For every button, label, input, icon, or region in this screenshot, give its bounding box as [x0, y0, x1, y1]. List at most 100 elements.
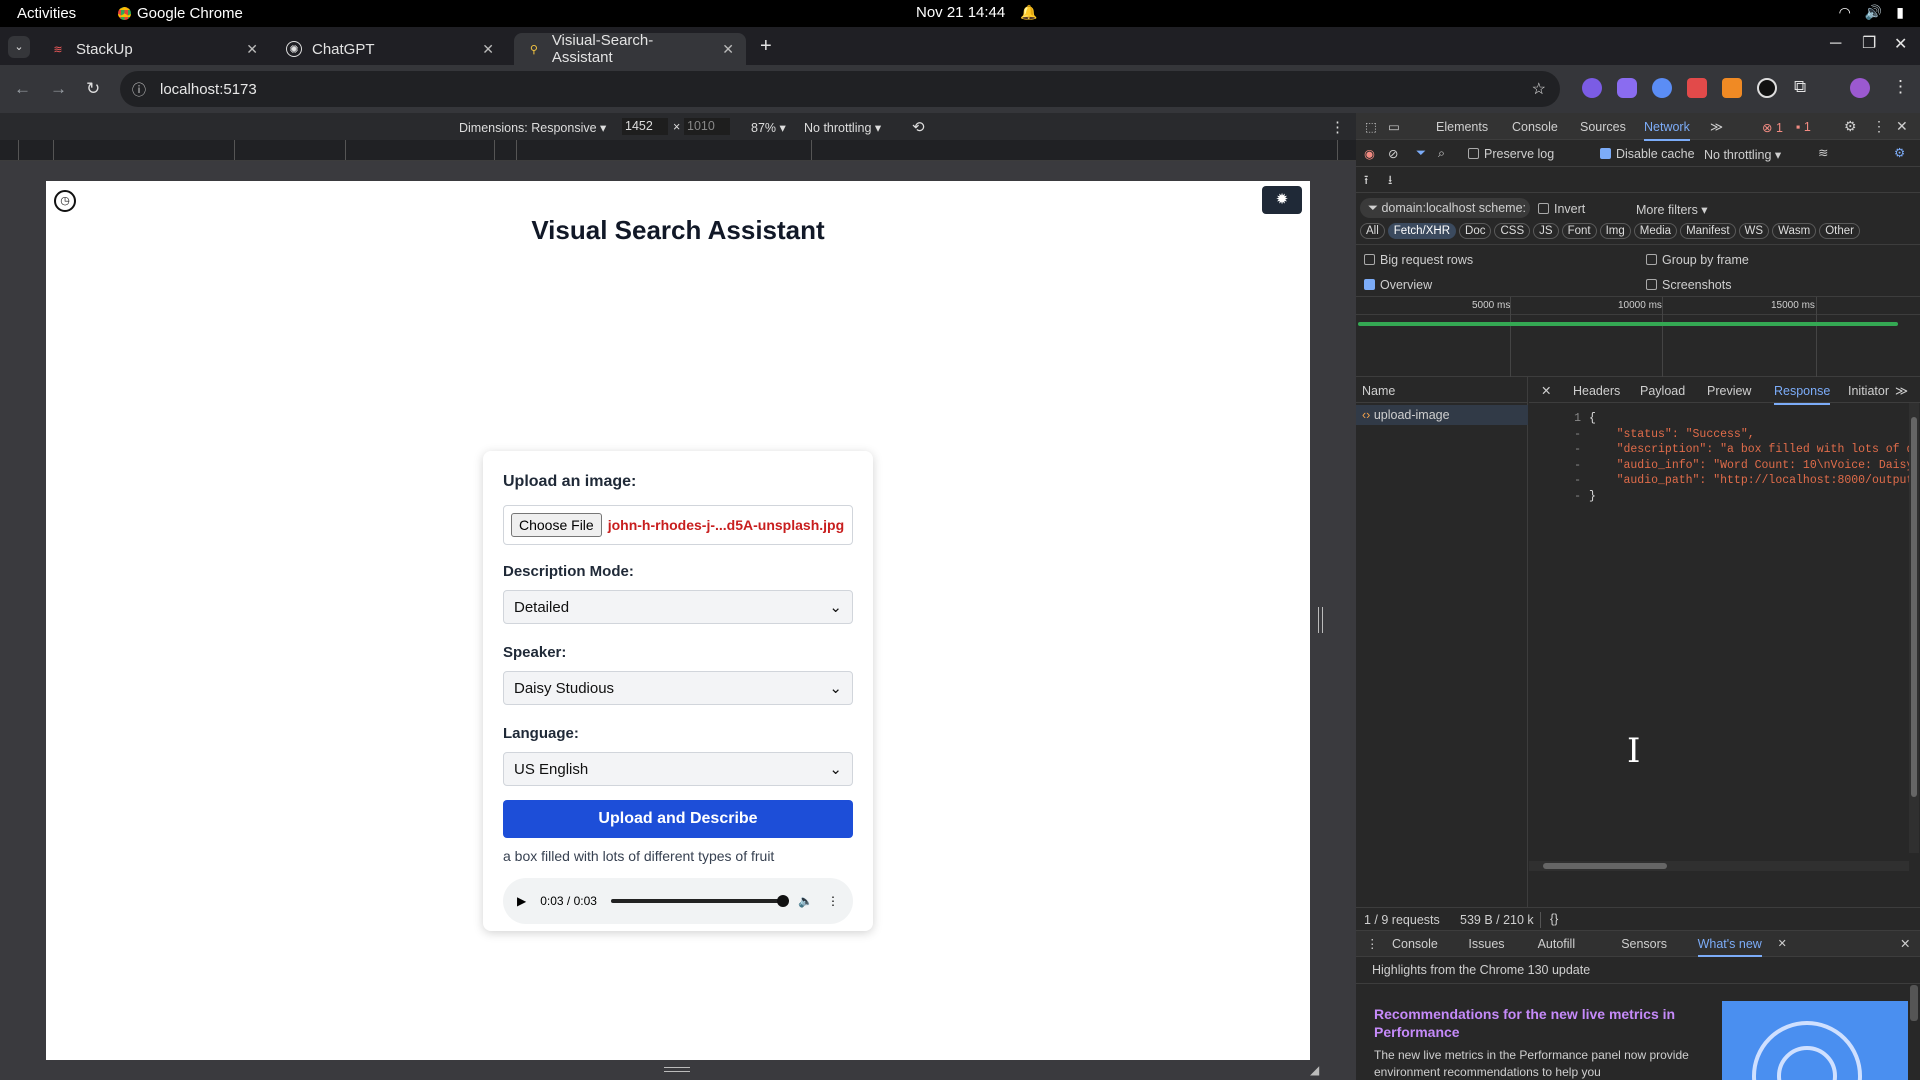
type-filter-doc[interactable]: Doc [1459, 223, 1492, 239]
minimize-icon[interactable]: ─ [1830, 35, 1841, 53]
screenshots-checkbox[interactable]: Screenshots [1646, 278, 1731, 292]
more-tabs-icon[interactable]: ≫ [1710, 119, 1723, 134]
extension-4-icon[interactable] [1687, 78, 1707, 98]
drawer-tab-whatsnew[interactable]: What's new [1697, 937, 1762, 957]
extensions-puzzle-icon[interactable]: ⧉ [1794, 77, 1806, 97]
width-input[interactable]: 1452 [622, 118, 668, 135]
tab-chatgpt[interactable]: ✺ ChatGPT ✕ [274, 33, 506, 65]
dimensions-dropdown[interactable]: Dimensions: Responsive ▾ [459, 120, 606, 135]
chrome-menu-icon[interactable]: ⋮ [1892, 77, 1909, 97]
group-by-frame-checkbox[interactable]: Group by frame [1646, 253, 1749, 267]
devtools-settings-gear-icon[interactable]: ⚙ [1844, 118, 1857, 135]
devtools-tab-elements[interactable]: Elements [1436, 120, 1488, 134]
drawer-tab-sensors[interactable]: Sensors [1621, 937, 1667, 951]
drawer-tab-issues[interactable]: Issues [1468, 937, 1504, 951]
close-drawer-tab-icon[interactable]: ✕ [1778, 937, 1787, 950]
speaker-select[interactable]: Daisy Studious ⌄ [503, 671, 853, 705]
devtools-menu-icon[interactable]: ⋮ [1872, 118, 1886, 135]
rotate-icon[interactable]: ⟲ [912, 118, 925, 136]
vertical-scrollbar[interactable] [1909, 403, 1919, 853]
type-filter-all[interactable]: All [1360, 223, 1385, 239]
zoom-dropdown[interactable]: 87% ▾ [751, 120, 786, 135]
throttling-dropdown[interactable]: No throttling ▾ [804, 120, 881, 135]
seek-thumb[interactable] [777, 895, 790, 907]
tab-visual-search-assistant[interactable]: ⚲ Visiual-Search-Assistant ✕ [514, 32, 746, 66]
description-mode-select[interactable]: Detailed ⌄ [503, 590, 853, 624]
close-tab-icon[interactable]: ✕ [246, 41, 258, 58]
metamask-icon[interactable] [1722, 78, 1742, 98]
more-detail-tabs-icon[interactable]: ≫ [1895, 383, 1908, 398]
profile-avatar[interactable] [1850, 78, 1870, 98]
history-icon[interactable]: ◷ [54, 190, 76, 212]
language-select[interactable]: US English ⌄ [503, 752, 853, 786]
extension-6-icon[interactable] [1757, 78, 1777, 98]
devtools-tab-sources[interactable]: Sources [1580, 120, 1626, 134]
type-filter-fetchxhr[interactable]: Fetch/XHR [1387, 223, 1457, 239]
network-throttle-dropdown[interactable]: No throttling ▾ [1704, 147, 1781, 162]
preserve-log-checkbox[interactable]: Preserve log [1468, 147, 1554, 161]
devtools-tab-network[interactable]: Network [1644, 120, 1690, 141]
more-filters-dropdown[interactable]: More filters ▾ [1636, 202, 1708, 217]
type-filter-other[interactable]: Other [1819, 223, 1860, 239]
type-filter-manifest[interactable]: Manifest [1680, 223, 1736, 239]
file-input[interactable]: Choose File john-h-rhodes-j-...d5A-unspl… [503, 505, 853, 545]
height-input[interactable]: 1010 [684, 118, 730, 135]
scrollbar-thumb[interactable] [1911, 417, 1917, 797]
close-drawer-icon[interactable]: ✕ [1900, 936, 1910, 951]
device-toggle-icon[interactable]: ▭ [1388, 119, 1400, 134]
forward-icon[interactable]: → [50, 79, 67, 99]
type-filter-css[interactable]: CSS [1494, 223, 1531, 239]
type-filter-wasm[interactable]: Wasm [1772, 223, 1817, 239]
network-conditions-icon[interactable]: ≋ [1818, 145, 1828, 160]
import-har-icon[interactable]: ⭱ [1364, 171, 1368, 192]
audio-menu-icon[interactable]: ⋮ [827, 894, 839, 908]
window-close-icon[interactable]: ✕ [1894, 34, 1907, 54]
devtools-close-icon[interactable]: ✕ [1896, 118, 1908, 135]
network-settings-icon[interactable]: ⚙ [1894, 145, 1905, 160]
back-icon[interactable]: ← [14, 79, 31, 99]
extension-1-icon[interactable] [1582, 78, 1602, 98]
export-har-icon[interactable]: ⭳ [1388, 171, 1392, 192]
type-filter-js[interactable]: JS [1533, 223, 1559, 239]
drawer-tab-console[interactable]: Console [1392, 937, 1438, 951]
close-tab-icon[interactable]: ✕ [482, 41, 494, 58]
upload-and-describe-button[interactable]: Upload and Describe [503, 800, 853, 838]
corner-resize-icon[interactable]: ◢ [1310, 1063, 1319, 1077]
invert-checkbox[interactable]: Invert [1538, 202, 1585, 216]
horizontal-scrollbar[interactable] [1529, 861, 1909, 871]
drawer-menu-icon[interactable]: ⋮ [1366, 936, 1379, 951]
search-icon[interactable]: ⌕ [1438, 146, 1445, 161]
filter-input[interactable]: ⏷ domain:localhost scheme: [1360, 198, 1530, 218]
inspect-element-icon[interactable]: ⬚ [1365, 119, 1377, 134]
detail-tab-preview[interactable]: Preview [1707, 384, 1751, 398]
height-resize-handle[interactable] [664, 1067, 690, 1072]
maximize-icon[interactable]: ❐ [1862, 33, 1876, 53]
request-row[interactable]: ‹› upload-image [1356, 405, 1528, 425]
device-toolbar-menu-icon[interactable]: ⋮ [1330, 118, 1345, 136]
extension-3-icon[interactable] [1652, 78, 1672, 98]
whats-new-title[interactable]: Recommendations for the new live metrics… [1374, 1005, 1714, 1041]
response-body[interactable]: { "status": "Success", "description": "a… [1589, 411, 1909, 504]
overview-checkbox[interactable]: Overview [1364, 278, 1432, 292]
error-badge[interactable]: ⊗ 1 [1762, 120, 1783, 135]
close-details-icon[interactable]: ✕ [1541, 383, 1551, 398]
name-column-header[interactable]: Name [1356, 377, 1528, 403]
system-tray[interactable]: ◠ 🔊 ▮ [1839, 4, 1904, 21]
reload-icon[interactable]: ↻ [86, 79, 100, 99]
big-request-rows-checkbox[interactable]: Big request rows [1364, 253, 1473, 267]
clock[interactable]: Nov 21 14:44 [916, 4, 1005, 21]
filter-icon[interactable]: ⏷ [1416, 146, 1426, 161]
drawer-scrollbar[interactable] [1910, 985, 1918, 1021]
detail-tab-headers[interactable]: Headers [1573, 384, 1620, 398]
devtools-tab-console[interactable]: Console [1512, 120, 1558, 134]
app-menu[interactable]: Google Chrome [118, 5, 243, 22]
drawer-tab-autofill[interactable]: Autofill [1538, 937, 1576, 951]
activities-button[interactable]: Activities [17, 5, 76, 22]
type-filter-media[interactable]: Media [1633, 223, 1678, 239]
extension-2-icon[interactable] [1617, 78, 1637, 98]
clear-icon[interactable]: ⊘ [1388, 146, 1398, 161]
settings-gear-button[interactable]: ✹ [1262, 186, 1302, 214]
tab-search-button[interactable]: ⌄ [8, 36, 30, 58]
disable-cache-checkbox[interactable]: Disable cache [1600, 147, 1695, 161]
detail-tab-payload[interactable]: Payload [1640, 384, 1685, 398]
